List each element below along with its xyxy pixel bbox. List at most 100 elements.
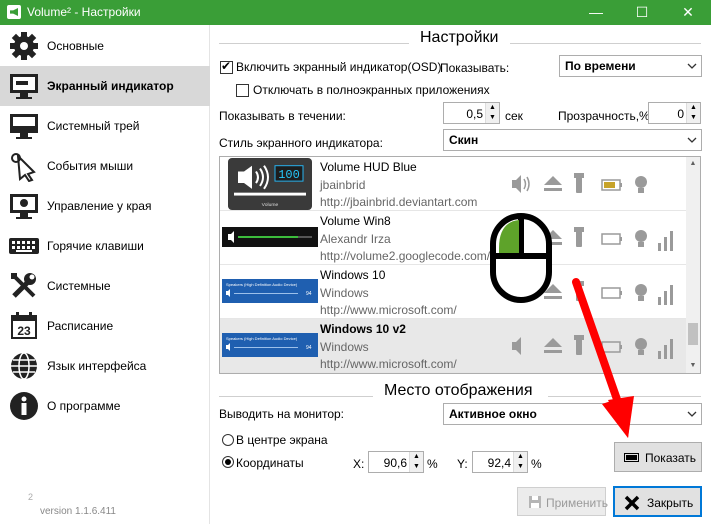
- sidebar-item-label: Управление у края: [47, 199, 152, 213]
- transparency-label: Прозрачность,%:: [558, 109, 654, 123]
- skin-feature-icons: [512, 173, 647, 193]
- y-coordinate-spinner[interactable]: 92,4 ▲ ▼: [472, 451, 528, 473]
- x-value: 90,6: [383, 456, 407, 470]
- svg-text:Volume: Volume: [262, 202, 279, 208]
- sidebar-item-tray[interactable]: Системный трей: [0, 106, 210, 146]
- mouse-cursor-icon: [490, 213, 552, 303]
- sidebar-item-label: О программе: [47, 399, 121, 413]
- sidebar-item-label: Расписание: [47, 319, 114, 333]
- center-screen-radio[interactable]: [222, 434, 234, 446]
- skin-url: http://jbainbrid.deviantart.com: [320, 195, 478, 209]
- disable-fullscreen-checkbox[interactable]: [236, 84, 249, 97]
- screen-edge-icon: [10, 194, 38, 219]
- transparency-spinner[interactable]: 0 ▲ ▼: [648, 102, 701, 124]
- duration-value: 0,5: [466, 107, 483, 121]
- logo-mark: 2: [28, 492, 34, 502]
- close-button[interactable]: Закрыть: [613, 486, 702, 517]
- keyboard-icon: [9, 238, 39, 254]
- sidebar: Основные Экранный индикатор Системный тр…: [0, 25, 210, 524]
- svg-text:100: 100: [278, 168, 300, 182]
- coordinates-radio[interactable]: [222, 456, 234, 468]
- sidebar-item-label: Системные: [47, 279, 111, 293]
- show-preview-button[interactable]: Показать: [614, 442, 702, 472]
- x-label: X:: [353, 457, 365, 471]
- app-icon: [7, 5, 21, 19]
- window-title: Volume² - Настройки: [27, 5, 141, 19]
- sidebar-item-label: Системный трей: [47, 119, 140, 133]
- skin-preview: 100 Volume: [228, 158, 312, 210]
- skin-preview: [222, 227, 318, 247]
- spinner-buttons[interactable]: ▲ ▼: [409, 452, 423, 472]
- scroll-thumb[interactable]: [688, 323, 698, 345]
- skin-author: Windows: [320, 286, 369, 300]
- spinner-buttons[interactable]: ▲ ▼: [686, 103, 700, 123]
- duration-label: Показывать в течении:: [219, 109, 346, 123]
- spinner-buttons[interactable]: ▲ ▼: [513, 452, 527, 472]
- annotation-arrow: [572, 278, 634, 438]
- close-label: Закрыть: [647, 496, 694, 510]
- divider: [219, 396, 373, 397]
- chevron-down-icon: [687, 63, 697, 69]
- monitor-value: Активное окно: [449, 407, 537, 421]
- sidebar-item-hotkeys[interactable]: Горячие клавиши: [0, 226, 210, 266]
- info-icon: [10, 392, 38, 420]
- skin-name: Volume HUD Blue: [320, 160, 417, 174]
- save-icon: [529, 496, 541, 508]
- chevron-down-icon: [687, 411, 697, 417]
- svg-text:94: 94: [306, 345, 312, 351]
- skin-preview: Speakers (High Definition Audio Device) …: [222, 279, 318, 303]
- skin-url: http://www.microsoft.com/: [320, 303, 457, 317]
- osd-style-value: Скин: [449, 133, 479, 147]
- sidebar-item-about[interactable]: О программе: [0, 386, 210, 426]
- osd-style-select[interactable]: Скин: [443, 129, 702, 151]
- tools-icon: [11, 273, 36, 298]
- divider: [510, 43, 701, 44]
- monitor-label: Выводить на монитор:: [219, 407, 344, 421]
- minimize-button[interactable]: —: [573, 0, 619, 25]
- skin-author: jbainbrid: [320, 178, 366, 192]
- apply-button[interactable]: Применить: [517, 487, 608, 516]
- show-mode-select[interactable]: По времени: [559, 55, 702, 77]
- skin-item[interactable]: Volume Win8 Alexandr Irza http://volume2…: [220, 211, 687, 265]
- sidebar-item-label: Язык интерфейса: [47, 359, 147, 373]
- show-mode-value: По времени: [565, 59, 636, 73]
- sidebar-item-schedule[interactable]: 23 Расписание: [0, 306, 210, 346]
- center-screen-label: В центре экрана: [236, 433, 328, 447]
- sidebar-item-language[interactable]: Язык интерфейса: [0, 346, 210, 386]
- sidebar-item-label: События мыши: [47, 159, 134, 173]
- sidebar-item-system[interactable]: Системные: [0, 266, 210, 306]
- gear-icon: [10, 32, 38, 60]
- close-window-button[interactable]: ✕: [665, 0, 711, 25]
- duration-spinner[interactable]: 0,5 ▲ ▼: [443, 102, 500, 124]
- show-label: Показывать:: [440, 61, 510, 75]
- mouse-icon: [11, 153, 36, 182]
- x-coordinate-spinner[interactable]: 90,6 ▲ ▼: [368, 451, 424, 473]
- sidebar-item-label: Горячие клавиши: [47, 239, 144, 253]
- skin-item[interactable]: 100 Volume Volume HUD Blue jbainbrid htt…: [220, 157, 687, 211]
- y-unit: %: [531, 457, 542, 471]
- skin-url: http://www.microsoft.com/: [320, 357, 457, 371]
- scroll-down-arrow[interactable]: ▼: [686, 359, 700, 373]
- list-scrollbar[interactable]: ▲ ▼: [686, 157, 700, 373]
- svg-text:Speakers (High Definition Audi: Speakers (High Definition Audio Device): [226, 282, 298, 287]
- sidebar-item-mouse[interactable]: События мыши: [0, 146, 210, 186]
- coordinates-label: Координаты: [236, 456, 304, 470]
- calendar-icon: 23: [11, 312, 37, 339]
- skin-author: Alexandr Irza: [320, 232, 391, 246]
- divider: [219, 43, 409, 44]
- sidebar-item-osd[interactable]: Экранный индикатор: [0, 66, 210, 106]
- svg-text:94: 94: [306, 291, 312, 297]
- tray-icon: [10, 114, 38, 139]
- version-text: version 1.1.6.411: [40, 506, 116, 517]
- y-value: 92,4: [487, 456, 511, 470]
- skin-name: Windows 10 v2: [320, 322, 406, 336]
- maximize-button[interactable]: ☐: [619, 0, 665, 25]
- scroll-up-arrow[interactable]: ▲: [686, 157, 700, 171]
- sidebar-item-general[interactable]: Основные: [0, 26, 210, 66]
- sidebar-item-label: Экранный индикатор: [47, 79, 174, 93]
- enable-osd-checkbox[interactable]: [220, 59, 233, 74]
- title-bar: Volume² - Настройки — ☐ ✕: [0, 0, 711, 25]
- sidebar-item-screen-edge[interactable]: Управление у края: [0, 186, 210, 226]
- chevron-down-icon: [687, 137, 697, 143]
- spinner-buttons[interactable]: ▲ ▼: [485, 103, 499, 123]
